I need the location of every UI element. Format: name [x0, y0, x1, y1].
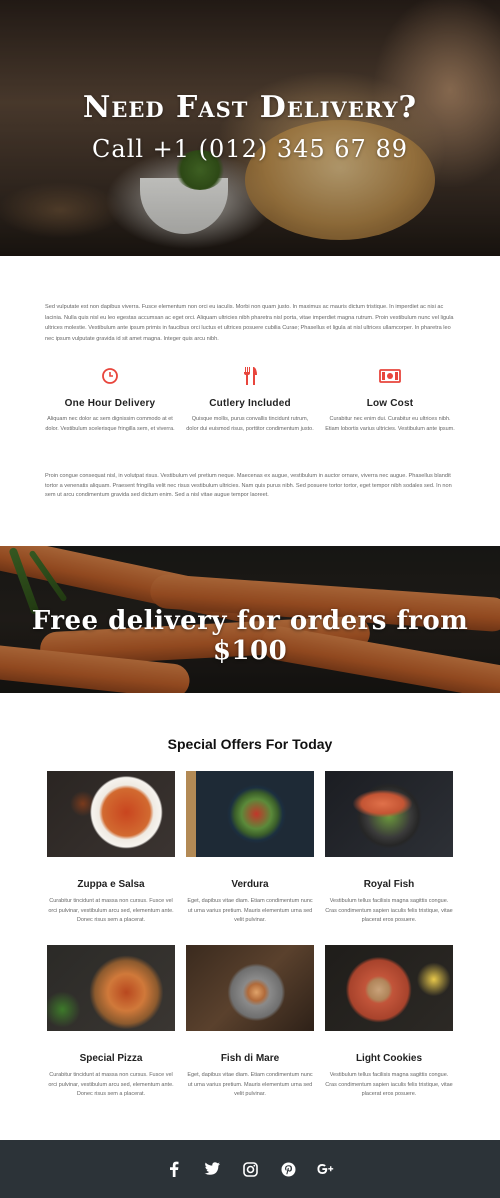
dish-name: Zuppa e Salsa: [77, 879, 145, 890]
facebook-icon[interactable]: [165, 1160, 183, 1178]
dish-desc: Eget, dapibus vitae diam. Etiam condimen…: [187, 898, 313, 923]
clock-icon: [40, 364, 180, 388]
dish-card[interactable]: Royal Fish Vestibulum tellus facilisis m…: [325, 771, 453, 926]
dish-name: Light Cookies: [355, 1053, 423, 1064]
hero-phone[interactable]: Call +1 (012) 345 67 89: [0, 135, 500, 163]
dish-name: Verdura: [231, 879, 269, 890]
dish-photo[interactable]: [325, 771, 453, 857]
dish-card[interactable]: Light Cookies Vestibulum tellus facilisi…: [325, 945, 453, 1100]
dish-desc: Vestibulum tellus facilisis magna sagitt…: [325, 1072, 453, 1097]
intro-paragraph: Sed vulputate est non dapibus viverra. F…: [45, 304, 454, 342]
money-icon: [320, 364, 460, 388]
dish-name: Special Pizza: [79, 1053, 143, 1064]
footer: [0, 1140, 500, 1198]
dish-photo[interactable]: [186, 945, 314, 1031]
twitter-icon[interactable]: [203, 1160, 221, 1178]
google-plus-icon[interactable]: [317, 1160, 335, 1178]
hero-section: Need Fast Delivery? Call +1 (012) 345 67…: [0, 0, 500, 256]
feature-title: One Hour Delivery: [64, 398, 156, 409]
feature-desc: Quisque mollis, purus convallis tincidun…: [186, 416, 314, 432]
dish-card[interactable]: Fish di Mare Eget, dapibus vitae diam. E…: [186, 945, 314, 1100]
cutlery-icon: [180, 364, 320, 388]
dish-photo[interactable]: [186, 771, 314, 857]
feature-one-hour-delivery: One Hour Delivery Aliquam nec dolor ac s…: [40, 364, 180, 434]
feature-cutlery-included: Cutlery Included Quisque mollis, purus c…: [180, 364, 320, 434]
hero-title: Need Fast Delivery?: [82, 90, 418, 125]
pinterest-icon[interactable]: [279, 1160, 297, 1178]
dish-desc: Curabitur tincidunt at massa non cursus.…: [48, 898, 174, 923]
dish-photo[interactable]: [47, 771, 175, 857]
feature-low-cost: Low Cost Curabitur nec enim dui. Curabit…: [320, 364, 460, 434]
feature-title: Cutlery Included: [209, 398, 291, 409]
dish-name: Fish di Mare: [220, 1053, 280, 1064]
dish-desc: Curabitur tincidunt at massa non cursus.…: [48, 1072, 174, 1097]
feature-desc: Aliquam nec dolor ac sem dignissim commo…: [45, 416, 175, 432]
dish-photo[interactable]: [47, 945, 175, 1031]
features-row: One Hour Delivery Aliquam nec dolor ac s…: [40, 364, 460, 434]
dish-card[interactable]: Verdura Eget, dapibus vitae diam. Etiam …: [186, 771, 314, 926]
dish-card[interactable]: Special Pizza Curabitur tincidunt at mas…: [47, 945, 175, 1100]
banner-title: Free delivery for orders from $100: [31, 606, 469, 666]
dish-desc: Eget, dapibus vitae diam. Etiam condimen…: [187, 1072, 313, 1097]
feature-title: Low Cost: [366, 398, 414, 409]
dish-photo[interactable]: [325, 945, 453, 1031]
dish-card[interactable]: Zuppa e Salsa Curabitur tincidunt at mas…: [47, 771, 175, 926]
offers-title: Special Offers For Today: [167, 736, 333, 752]
free-delivery-banner: Free delivery for orders from $100: [0, 546, 500, 693]
feature-desc: Curabitur nec enim dui. Curabitur eu ult…: [325, 416, 455, 432]
dish-desc: Vestibulum tellus facilisis magna sagitt…: [325, 898, 453, 923]
outro-paragraph: Proin congue consequat nisl, in volutpat…: [45, 473, 452, 498]
instagram-icon[interactable]: [241, 1160, 259, 1178]
dish-name: Royal Fish: [363, 879, 415, 890]
hero-overlay: [0, 0, 500, 256]
